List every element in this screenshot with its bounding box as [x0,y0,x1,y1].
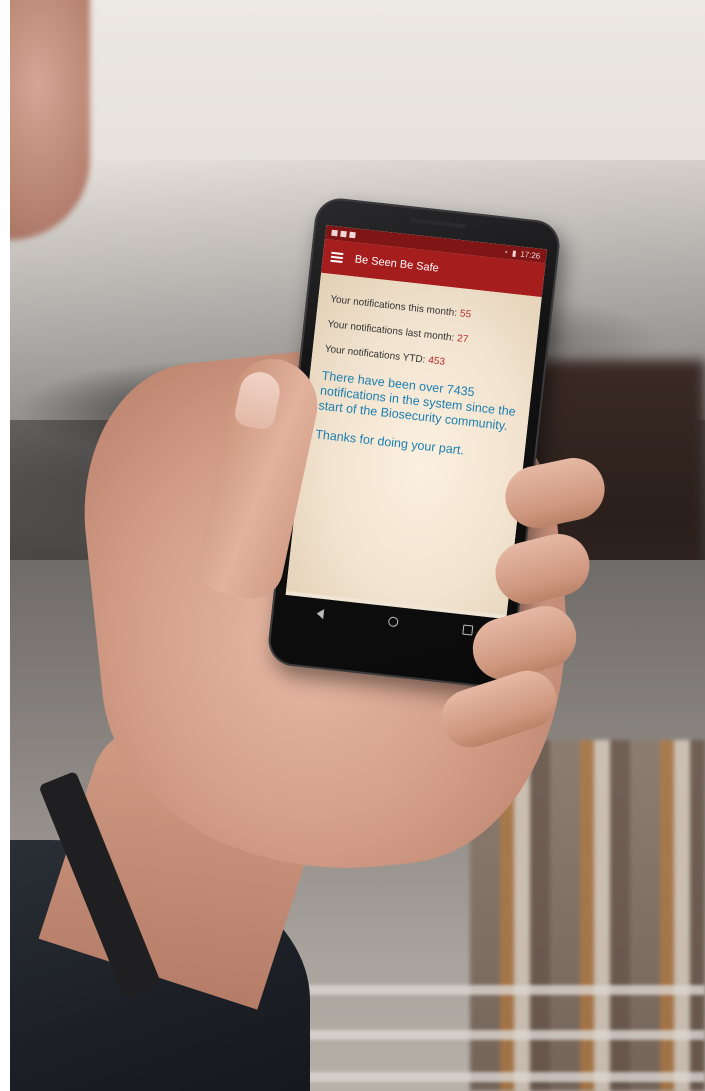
stat-label: Your notifications this month: [329,293,458,319]
back-icon[interactable] [315,608,324,620]
battery-icon: ▮ [511,248,517,258]
notification-icon [331,229,338,237]
recents-icon[interactable] [461,624,473,636]
notification-icons [331,229,356,239]
stat-value: 27 [456,333,469,346]
notification-icon [349,231,356,239]
wifi-icon: ◔ [502,247,509,257]
notification-icon [340,230,347,238]
stat-label: Your notifications YTD: [324,343,426,366]
thanks-message: Thanks for doing your part. [314,427,465,458]
status-time: 17:26 [519,249,541,261]
system-icons: ◔ ▮ 17:26 [503,247,541,260]
image-border [0,0,10,1091]
menu-icon[interactable] [330,251,344,264]
stat-label: Your notifications last month: [326,318,455,344]
stat-value: 453 [427,355,446,368]
home-icon[interactable] [387,616,399,628]
community-message: There have been over 7435 notifications … [317,368,517,434]
app-title: Be Seen Be Safe [354,253,440,275]
blurred-face [0,0,90,240]
stat-value: 55 [459,308,472,321]
